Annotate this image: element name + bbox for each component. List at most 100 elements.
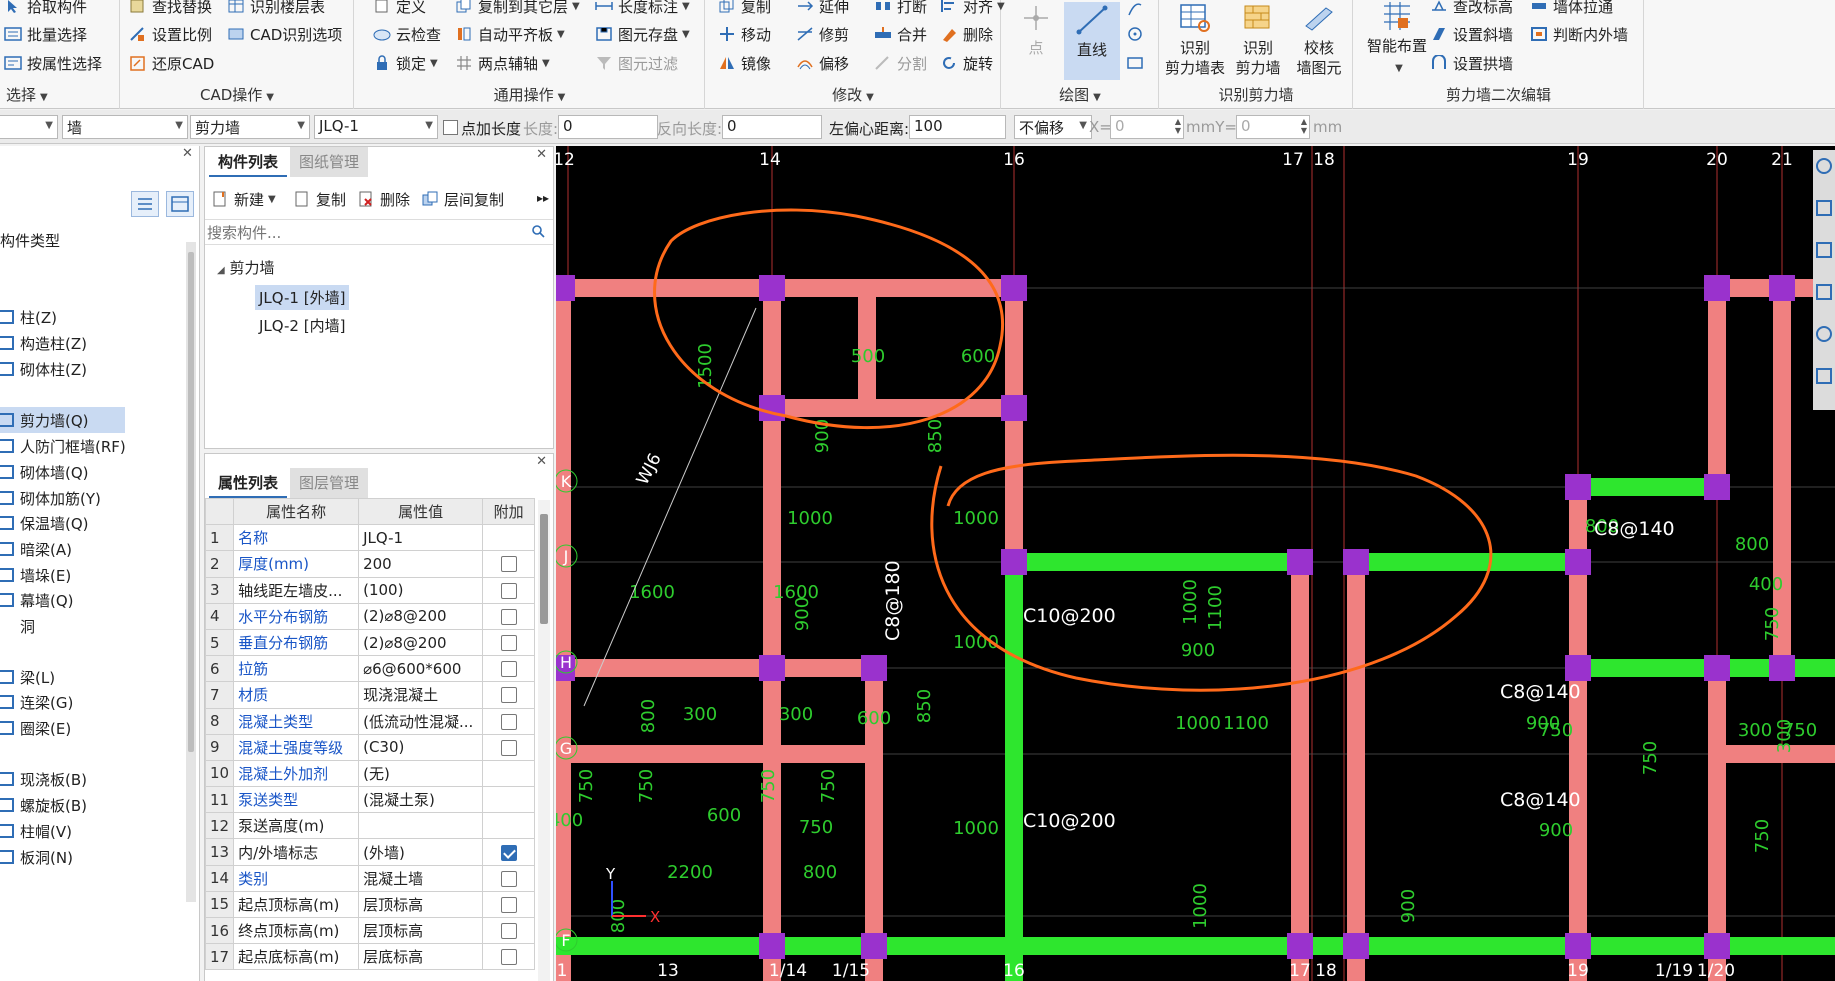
copy-button[interactable]: 复制 — [718, 0, 771, 19]
property-value[interactable]: JLQ-1 — [358, 524, 484, 552]
property-row[interactable]: 12 泵送高度(m) — [204, 812, 536, 840]
cad-group-title[interactable]: CAD操作 ▼ — [121, 84, 353, 105]
property-value[interactable] — [358, 812, 484, 840]
list-view-button[interactable] — [131, 191, 159, 217]
merge-button[interactable]: 合并 — [874, 21, 927, 47]
copy-to-layer-button[interactable]: 复制到其它层 ▼ — [455, 0, 580, 19]
define-button[interactable]: 定义 — [373, 0, 426, 19]
floor-select[interactable]: ▼ — [0, 115, 58, 139]
property-row[interactable]: 17 起点底标高(m) 层底标高 — [204, 943, 536, 971]
more-tools-icon[interactable]: ▸▸ — [537, 191, 549, 205]
component-search-box[interactable] — [205, 219, 553, 245]
property-extra-cell[interactable] — [482, 786, 536, 814]
property-extra-cell[interactable] — [482, 628, 536, 657]
property-extra-cell[interactable] — [482, 733, 536, 761]
property-value[interactable]: (2)⌀8@200 — [358, 602, 484, 630]
extra-checkbox[interactable] — [500, 556, 517, 573]
nav-item[interactable]: 墙垛(E) — [0, 562, 180, 588]
property-extra-cell[interactable] — [482, 655, 536, 683]
property-extra-cell[interactable] — [482, 759, 536, 788]
extend-button[interactable]: 延伸 — [796, 0, 849, 19]
type-select[interactable]: 剪力墙 ▼ — [190, 115, 310, 139]
break-button[interactable]: 打断 — [874, 0, 927, 19]
extra-checkbox[interactable] — [500, 635, 517, 652]
orbit-icon[interactable] — [1816, 326, 1832, 342]
property-value[interactable]: 层顶标高 — [358, 916, 484, 945]
property-extra-cell[interactable] — [482, 812, 536, 840]
tree-item-jlq2[interactable]: JLQ-2 [内墙] — [259, 315, 345, 336]
trim-button[interactable]: 修剪 — [796, 21, 849, 47]
split-button[interactable]: 分割 — [874, 50, 927, 76]
recognize-floor-table-button[interactable]: 识别楼层表 — [227, 0, 325, 19]
wall-pull-through-button[interactable]: 墙体拉通 — [1530, 0, 1613, 19]
nav-item[interactable]: 梁(L) — [0, 664, 180, 690]
property-extra-cell[interactable] — [482, 576, 536, 604]
floor-copy-button[interactable]: 层间复制 — [421, 187, 504, 211]
property-extra-cell[interactable] — [482, 890, 536, 919]
property-value[interactable]: (2)⌀8@200 — [358, 628, 484, 657]
property-row[interactable]: 2 厚度(mm) 200 — [204, 550, 536, 578]
recognize-wall-table-button[interactable]: 识别 剪力墙表 — [1162, 2, 1228, 78]
draw-circle-button[interactable] — [1126, 21, 1149, 47]
nav-item[interactable]: 暗梁(A) — [0, 536, 180, 562]
property-extra-cell[interactable] — [482, 864, 536, 892]
display-settings-icon[interactable] — [1816, 368, 1832, 384]
property-value[interactable]: 现浇混凝土 — [358, 681, 484, 709]
cad-drawing-canvas[interactable]: 12 14 16 17 18 19 20 21 K J H G F 1 13 1/14 1/15 16 17 18 19… — [556, 146, 1835, 981]
nav-item[interactable]: 圈梁(E) — [0, 715, 180, 741]
property-value[interactable]: (100) — [358, 576, 484, 604]
view-3d-icon[interactable] — [1816, 200, 1832, 216]
new-component-button[interactable]: 新建 ▼ — [211, 187, 276, 211]
property-row[interactable]: 7 材质 现浇混凝土 — [204, 681, 536, 709]
property-value[interactable]: 200 — [358, 550, 484, 578]
property-value[interactable]: 层底标高 — [358, 943, 484, 971]
point-length-checkbox[interactable] — [443, 120, 458, 135]
extra-checkbox[interactable] — [500, 844, 517, 861]
draw-group-title[interactable]: 绘图 ▼ — [1002, 84, 1158, 105]
property-extra-cell[interactable] — [482, 602, 536, 630]
common-group-title[interactable]: 通用操作 ▼ — [355, 84, 704, 105]
delete-component-button[interactable]: 删除 — [357, 187, 410, 211]
tree-view-button[interactable] — [166, 191, 194, 217]
close-panel-icon[interactable]: ✕ — [182, 146, 193, 161]
extra-checkbox[interactable] — [500, 687, 517, 704]
recognize-wall-button[interactable]: 识别 剪力墙 — [1230, 2, 1286, 78]
nav-item[interactable]: 砌体加筋(Y) — [0, 485, 180, 511]
extra-checkbox[interactable] — [500, 949, 517, 966]
property-row[interactable]: 15 起点顶标高(m) 层顶标高 — [204, 890, 536, 919]
property-extra-cell[interactable] — [482, 838, 536, 866]
property-row[interactable]: 5 垂直分布钢筋 (2)⌀8@200 — [204, 628, 536, 657]
nav-item[interactable]: 柱帽(V) — [0, 818, 180, 844]
property-scrollbar[interactable] — [538, 500, 550, 981]
nav-item[interactable]: 砌体墙(Q) — [0, 459, 180, 485]
property-row[interactable]: 10 混凝土外加剂 (无) — [204, 759, 536, 788]
property-row[interactable]: 9 混凝土强度等级 (C30) — [204, 733, 536, 761]
plan-view-icon[interactable] — [1816, 242, 1832, 258]
property-value[interactable]: (无) — [358, 759, 484, 788]
component-search-input[interactable] — [207, 222, 507, 244]
extra-checkbox[interactable] — [500, 582, 517, 599]
mirror-button[interactable]: 镜像 — [718, 50, 771, 76]
left-panel-scrollbar[interactable] — [186, 242, 196, 902]
nav-item[interactable]: 螺旋板(B) — [0, 792, 180, 818]
property-extra-cell[interactable] — [482, 916, 536, 945]
modify-group-title[interactable]: 修改 ▼ — [706, 84, 1000, 105]
pick-component-button[interactable]: 拾取构件 — [4, 0, 87, 19]
category-select[interactable]: 墙 ▼ — [62, 115, 188, 139]
restore-cad-button[interactable]: 还原CAD — [129, 50, 214, 76]
property-extra-cell[interactable] — [482, 707, 536, 735]
set-arch-wall-button[interactable]: 设置拱墙 — [1430, 50, 1513, 76]
tab-property-list[interactable]: 属性列表 — [209, 468, 288, 498]
tab-component-list[interactable]: 构件列表 — [209, 147, 288, 177]
close-property-panel-icon[interactable]: ✕ — [536, 454, 547, 469]
judge-inner-outer-wall-button[interactable]: 判断内外墙 — [1530, 21, 1628, 47]
property-extra-cell[interactable] — [482, 550, 536, 578]
extra-checkbox[interactable] — [500, 923, 517, 940]
reverse-length-input[interactable]: 0 — [722, 115, 822, 139]
property-extra-cell[interactable] — [482, 681, 536, 709]
tree-root-shear-wall[interactable]: ◢ 剪力墙 — [217, 257, 275, 278]
property-row[interactable]: 16 终点顶标高(m) 层顶标高 — [204, 916, 536, 945]
property-value[interactable]: (低流动性混凝... — [358, 707, 484, 735]
auto-flush-slab-button[interactable]: 自动平齐板 ▼ — [455, 21, 565, 47]
nav-item[interactable]: 构造柱(Z) — [0, 330, 180, 356]
